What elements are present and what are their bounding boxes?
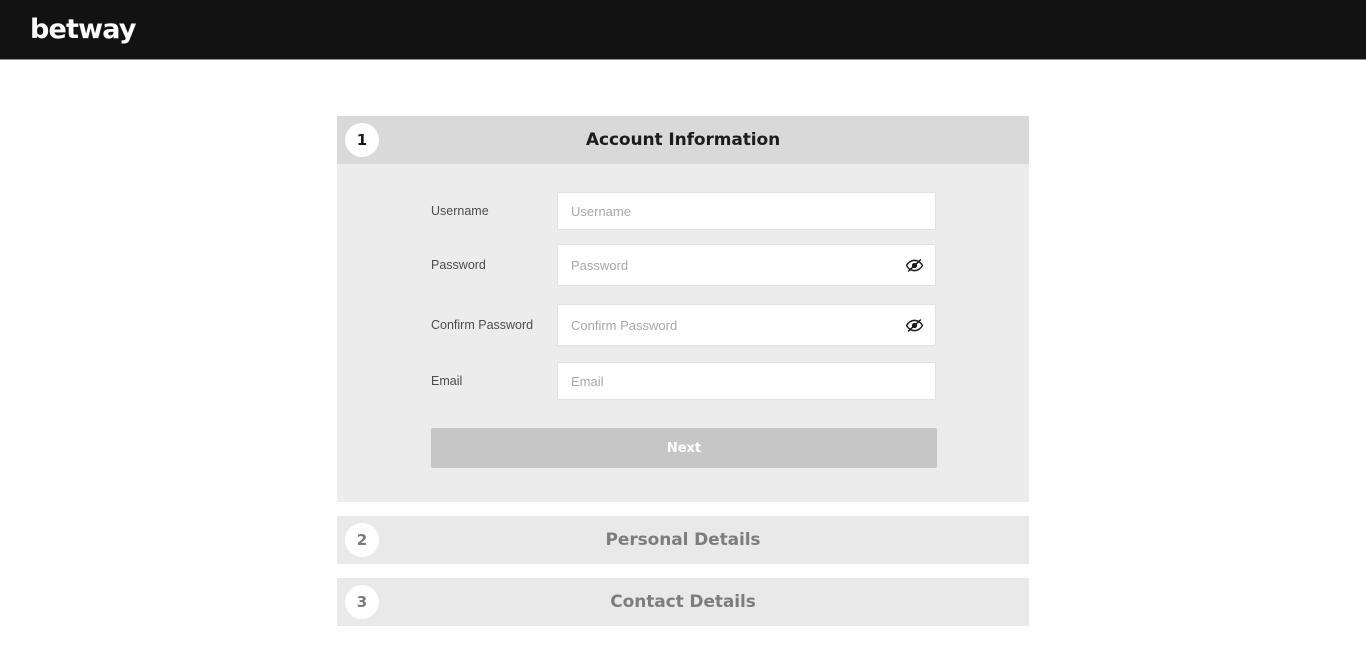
registration-page: 1 Account Information Username Password: [0, 60, 1366, 649]
next-button-wrap: Next: [337, 428, 1029, 468]
username-control: [557, 192, 936, 230]
email-field-row: Email: [337, 362, 1029, 400]
step-1-title: Account Information: [585, 130, 781, 150]
wizard-step-contact-details: 3 Contact Details: [337, 578, 1029, 626]
password-field-row: Password: [337, 244, 1029, 286]
registration-wizard: 1 Account Information Username Password: [337, 116, 1029, 626]
eye-off-icon: [905, 258, 923, 272]
username-input[interactable]: [557, 192, 936, 230]
confirm-password-input[interactable]: [557, 304, 936, 346]
wizard-step-personal-details: 2 Personal Details: [337, 516, 1029, 564]
password-visibility-toggle[interactable]: [904, 255, 924, 275]
step-3-title: Contact Details: [610, 592, 756, 612]
step-3-number-badge: 3: [345, 585, 379, 619]
confirm-password-field-row: Confirm Password: [337, 304, 1029, 346]
step-2-title: Personal Details: [605, 530, 761, 550]
confirm-password-visibility-toggle[interactable]: [904, 315, 924, 335]
step-1-number-badge: 1: [345, 123, 379, 157]
step-2-number-badge: 2: [345, 523, 379, 557]
email-input[interactable]: [557, 362, 936, 400]
eye-off-icon: [905, 318, 923, 332]
next-button[interactable]: Next: [431, 428, 937, 468]
username-field-row: Username: [337, 192, 1029, 230]
email-label: Email: [431, 373, 463, 388]
step-2-header[interactable]: 2 Personal Details: [337, 516, 1029, 564]
email-control: [557, 362, 936, 400]
password-control: [557, 244, 936, 286]
betway-logo[interactable]: betway: [30, 16, 136, 43]
step-1-body: Username Password: [337, 164, 1029, 502]
top-header-bar: betway: [0, 0, 1366, 60]
password-input[interactable]: [557, 244, 936, 286]
password-label: Password: [431, 257, 486, 272]
step-3-header[interactable]: 3 Contact Details: [337, 578, 1029, 626]
step-1-header[interactable]: 1 Account Information: [337, 116, 1029, 164]
confirm-password-label: Confirm Password: [431, 317, 534, 332]
username-label: Username: [431, 203, 489, 218]
wizard-step-account-information: 1 Account Information Username Password: [337, 116, 1029, 502]
confirm-password-control: [557, 304, 936, 346]
